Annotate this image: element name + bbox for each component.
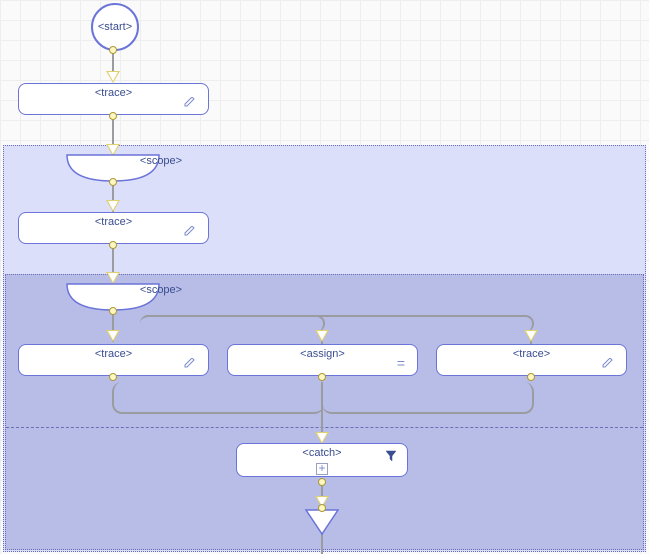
arrow-icon — [524, 330, 538, 342]
arrow-icon — [106, 71, 120, 83]
catch-region — [6, 427, 643, 428]
edge — [140, 315, 534, 332]
edge — [322, 382, 534, 414]
port — [318, 373, 326, 381]
trace-activity[interactable]: <trace> — [436, 344, 627, 376]
port — [318, 478, 326, 486]
trace-activity[interactable]: <trace> — [18, 83, 209, 115]
trace-activity[interactable]: <trace> — [18, 344, 209, 376]
port — [527, 373, 535, 381]
port — [109, 307, 117, 315]
diagram-canvas[interactable]: <start> <trace> <scope> <trace> <scope> … — [0, 0, 649, 554]
port — [109, 46, 117, 54]
activity-label: <scope> — [113, 155, 209, 167]
assign-activity[interactable]: <assign> = — [227, 344, 418, 376]
activity-label: <trace> — [19, 87, 208, 99]
activity-label: <catch> — [237, 447, 407, 459]
start-node[interactable]: <start> — [91, 3, 139, 51]
pencil-icon — [184, 97, 196, 110]
start-label: <start> — [98, 21, 132, 33]
merge-node[interactable] — [304, 508, 340, 539]
activity-label: <assign> — [228, 348, 417, 360]
port — [109, 373, 117, 381]
trace-activity[interactable]: <trace> — [18, 212, 209, 244]
port — [109, 178, 117, 186]
edge — [112, 382, 324, 414]
pencil-icon — [184, 358, 196, 371]
equals-icon: = — [397, 355, 405, 371]
activity-label: <trace> — [437, 348, 626, 360]
pencil-icon — [184, 226, 196, 239]
activity-label: <trace> — [19, 348, 208, 360]
port — [109, 241, 117, 249]
port — [109, 112, 117, 120]
activity-label: <trace> — [19, 216, 208, 228]
arrow-icon — [106, 200, 120, 212]
pencil-icon — [602, 358, 614, 371]
filter-icon — [385, 450, 397, 465]
arrow-icon — [106, 330, 120, 342]
activity-label: <scope> — [113, 284, 209, 296]
port — [318, 504, 326, 512]
catch-activity[interactable]: <catch> + — [236, 443, 408, 477]
expand-plus-icon[interactable]: + — [316, 463, 328, 475]
